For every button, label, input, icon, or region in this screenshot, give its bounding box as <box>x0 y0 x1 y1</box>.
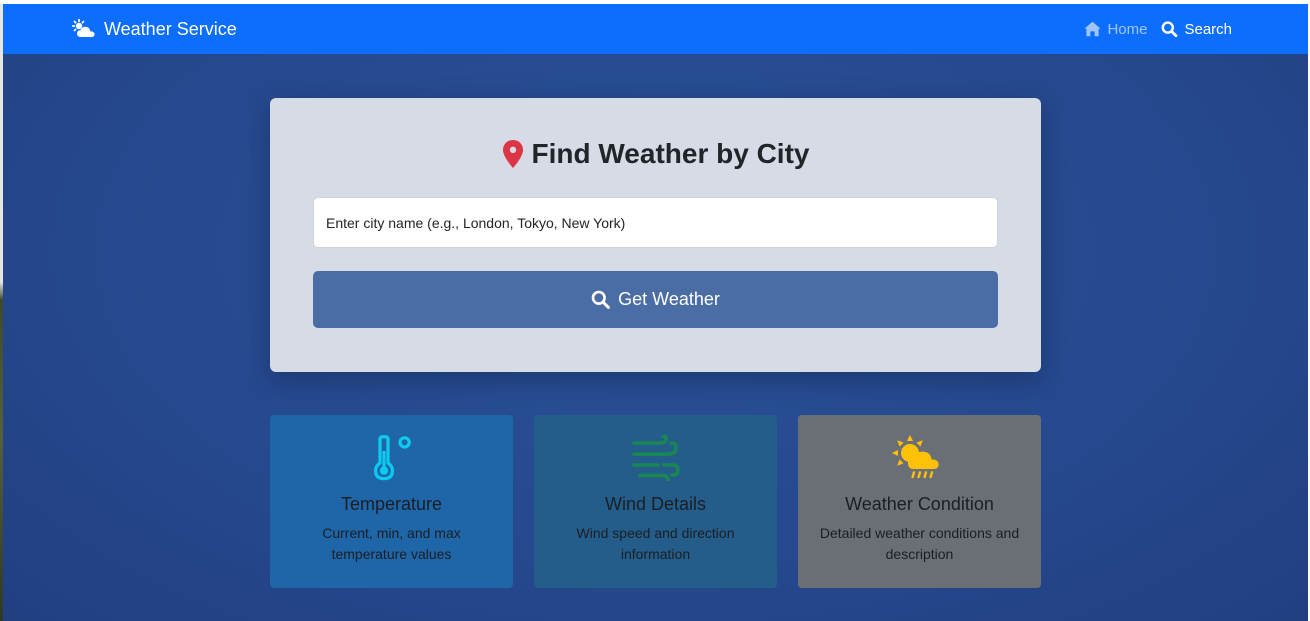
search-icon <box>591 290 611 309</box>
feature-title: Wind Details <box>604 494 707 514</box>
feature-description: Wind speed and direction information <box>576 525 735 562</box>
brand-link[interactable]: Weather Service <box>71 4 237 54</box>
nav-home-link[interactable]: Home <box>1084 21 1147 38</box>
feature-description: Detailed weather conditions and descript… <box>819 525 1020 562</box>
feature-card-temperature: Temperature Current, min, and max temper… <box>270 415 513 588</box>
search-card: Find Weather by City Get Weather <box>270 98 1041 372</box>
feature-card-wind: Wind Details Wind speed and direction in… <box>534 415 777 588</box>
sun-cloud-rain-icon <box>891 435 939 479</box>
navbar: Weather Service Home Search <box>3 4 1308 54</box>
brand-label: Weather Service <box>104 18 237 39</box>
feature-title: Temperature <box>340 494 443 514</box>
cloud-sun-icon <box>71 18 96 39</box>
feature-description: Current, min, and max temperature values <box>322 525 461 562</box>
feature-card-condition: Weather Condition Detailed weather condi… <box>798 415 1041 588</box>
nav-search-link[interactable]: Search <box>1161 21 1232 38</box>
home-icon <box>1084 21 1102 37</box>
nav-search-label: Search <box>1184 20 1232 38</box>
get-weather-label: Get Weather <box>618 289 720 309</box>
thermometer-icon <box>373 435 411 481</box>
wind-icon <box>631 435 680 481</box>
nav-links: Home Search <box>1084 4 1232 54</box>
nav-home-label: Home <box>1107 20 1148 38</box>
city-search-input[interactable] <box>313 197 998 248</box>
feature-title: Weather Condition <box>845 494 994 514</box>
get-weather-button[interactable]: Get Weather <box>313 271 998 328</box>
search-icon <box>1161 21 1178 38</box>
map-pin-icon <box>502 139 524 169</box>
page-title-text: Find Weather by City <box>531 138 810 169</box>
page-title: Find Weather by City <box>270 138 1041 170</box>
